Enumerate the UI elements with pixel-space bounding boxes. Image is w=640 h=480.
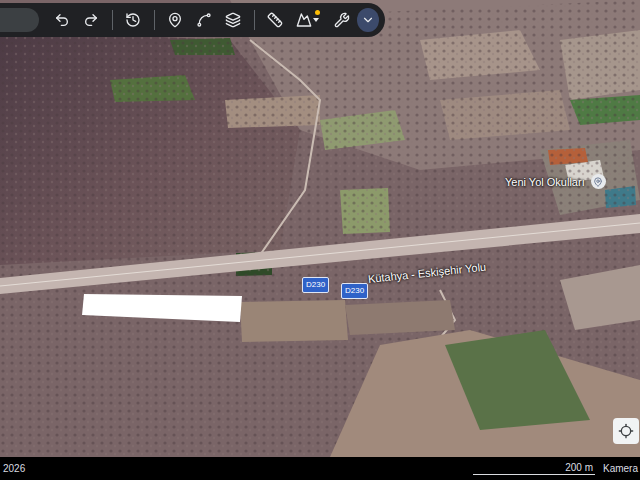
history-button[interactable] (120, 6, 147, 34)
camera-info: Kamera (603, 463, 638, 474)
status-bar: 2026 200 m Kamera (0, 457, 640, 480)
placemark-button[interactable] (162, 6, 189, 34)
imagery-button[interactable] (290, 6, 326, 34)
undo-button[interactable] (49, 6, 76, 34)
tools-button[interactable] (328, 6, 355, 34)
satellite-imagery[interactable] (0, 0, 640, 457)
measure-button[interactable] (261, 6, 288, 34)
search-field[interactable] (0, 8, 39, 32)
place-label[interactable]: Yeni Yol Okulları (505, 174, 606, 189)
drawn-polygon (82, 294, 242, 322)
expand-button[interactable] (357, 8, 379, 32)
pin-icon (593, 177, 603, 187)
layers-button[interactable] (220, 6, 247, 34)
separator (112, 10, 113, 30)
road-shield: D230 (302, 277, 329, 293)
scale-bar: 200 m (473, 462, 595, 475)
separator (154, 10, 155, 30)
locate-button[interactable] (613, 418, 639, 444)
layers-icon (225, 12, 241, 28)
imagery-date: 2026 (3, 463, 25, 474)
redo-icon (83, 12, 99, 28)
place-marker[interactable] (591, 174, 606, 189)
ruler-icon (267, 12, 283, 28)
landscape-icon (296, 12, 312, 28)
history-icon (125, 12, 141, 28)
pin-icon (167, 12, 183, 28)
path-button[interactable] (191, 6, 218, 34)
undo-icon (54, 12, 70, 28)
redo-button[interactable] (78, 6, 105, 34)
map-view[interactable]: Yeni Yol OkullarıD230D230Kütahya - Eskiş… (0, 0, 640, 457)
chevron-down-icon (361, 13, 375, 27)
road-shield: D230 (341, 283, 368, 299)
tools-icon (334, 12, 350, 28)
notification-badge (315, 10, 320, 15)
google-earth: Yeni Yol OkullarıD230D230Kütahya - Eskiş… (0, 0, 640, 480)
path-icon (196, 12, 212, 28)
separator (254, 10, 255, 30)
caret-icon (312, 16, 320, 24)
target-icon (618, 423, 634, 439)
toolbar (0, 3, 385, 37)
